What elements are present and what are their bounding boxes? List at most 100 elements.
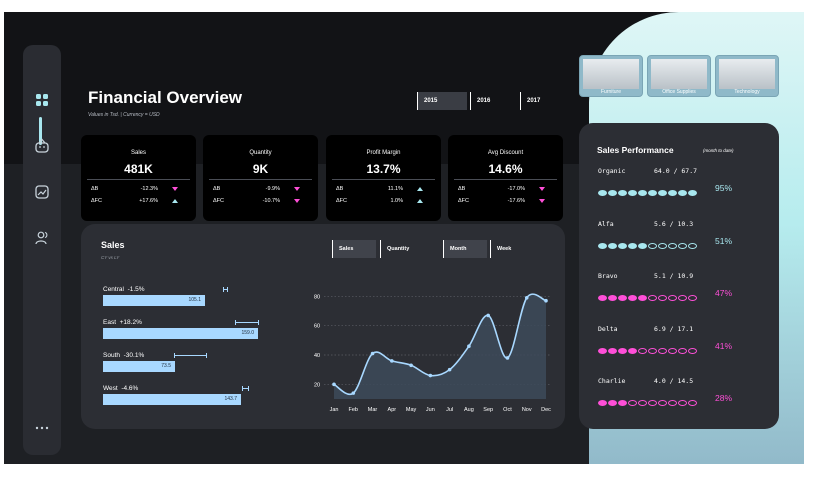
kpi-row-label: ΔFC — [213, 198, 225, 204]
down-arrow-icon — [294, 187, 300, 191]
performance-percent: 95% — [715, 183, 733, 193]
users-icon[interactable] — [33, 229, 51, 247]
x-tick-label: Sep — [483, 407, 493, 413]
category-thumb-technology[interactable]: Technology — [715, 55, 779, 97]
kpi-card-profit-margin: Profit Margin 13.7% ΔB 11.1% ΔFC 1.0% — [326, 135, 441, 221]
filled-dot-icon — [598, 295, 607, 301]
x-tick-label: Mar — [368, 407, 378, 413]
progress-dots — [598, 288, 708, 301]
x-tick-label: May — [406, 407, 417, 413]
category-thumb-furniture[interactable]: Furniture — [579, 55, 643, 97]
kpi-row: ΔFC 1.0% — [336, 198, 431, 208]
toggle-sales[interactable]: Sales — [332, 240, 376, 258]
category-thumb-office-supplies[interactable]: Office Supplies — [647, 55, 711, 97]
divider — [454, 179, 557, 180]
x-tick-label: Jul — [446, 407, 453, 413]
more-icon[interactable] — [33, 419, 51, 437]
kpi-value: 13.7% — [366, 162, 401, 176]
region-label: West -4.6% — [103, 385, 139, 392]
toggle-quantity[interactable]: Quantity — [380, 240, 424, 258]
data-point[interactable] — [390, 359, 394, 363]
data-point[interactable] — [428, 373, 433, 378]
data-point[interactable] — [544, 298, 548, 303]
kpi-value: 9K — [252, 162, 269, 176]
toggle-week[interactable]: Week — [490, 240, 534, 258]
up-arrow-icon — [417, 199, 423, 203]
y-tick-label: 40 — [314, 353, 320, 359]
down-arrow-icon — [172, 187, 178, 191]
kpi-row-label: ΔFC — [336, 198, 348, 204]
bar-value: 105.1 — [188, 297, 201, 303]
dashboard-frame: Financial Overview Values in Tsd. | Curr… — [4, 12, 804, 464]
performance-percent: 47% — [715, 288, 733, 298]
kpi-row-value: 1.0% — [390, 198, 403, 204]
kpi-row-label: ΔFC — [91, 198, 103, 204]
up-arrow-icon — [417, 187, 423, 191]
kpi-row: ΔB -9.9% — [213, 186, 308, 196]
year-2015-button[interactable]: 2015 — [417, 92, 467, 110]
region-bar: 159.0 — [103, 328, 258, 339]
filled-dot-icon — [628, 295, 637, 301]
data-point[interactable] — [409, 363, 413, 368]
empty-dot-icon — [678, 295, 687, 301]
kpi-row-label: ΔFC — [458, 198, 470, 204]
kpi-row: ΔFC -10.7% — [213, 198, 308, 208]
empty-dot-icon — [668, 242, 677, 249]
bar-value: 73.5 — [161, 363, 171, 369]
furniture-image — [583, 59, 639, 89]
filled-dot-icon — [598, 242, 607, 249]
filled-dot-icon — [678, 190, 687, 196]
inbox-icon[interactable] — [33, 137, 51, 155]
data-point[interactable] — [505, 356, 510, 360]
kpi-row-label: ΔB — [91, 186, 99, 192]
toggle-month[interactable]: Month — [443, 240, 487, 258]
grid-icon[interactable] — [33, 91, 51, 109]
down-arrow-icon — [539, 199, 545, 203]
category-caption: Furniture — [600, 89, 621, 95]
performance-percent: 51% — [715, 235, 733, 246]
empty-dot-icon — [648, 347, 657, 354]
kpi-row-label: ΔB — [458, 186, 466, 192]
filled-dot-icon — [618, 190, 627, 196]
filled-dot-icon — [638, 295, 647, 301]
kpi-value: 14.6% — [488, 162, 523, 176]
performance-ratio: 6.9 / 17.1 — [654, 324, 694, 333]
empty-dot-icon — [688, 242, 697, 249]
data-point[interactable] — [486, 313, 490, 318]
bar-value: 143.7 — [224, 396, 237, 402]
data-point[interactable] — [332, 382, 336, 387]
filled-dot-icon — [618, 242, 627, 249]
data-point[interactable] — [524, 296, 529, 300]
empty-dot-icon — [688, 400, 697, 406]
ly-marker — [235, 320, 259, 325]
kpi-row: ΔFC -17.6% — [458, 198, 553, 208]
kpi-label: Avg Discount — [487, 150, 524, 156]
chart-image-icon[interactable] — [33, 183, 51, 201]
empty-dot-icon — [658, 400, 667, 406]
performance-percent: 28% — [715, 393, 733, 403]
year-2017-button[interactable]: 2017 — [520, 92, 570, 110]
ly-marker — [242, 386, 249, 391]
data-point[interactable] — [447, 367, 452, 372]
progress-dots — [598, 341, 708, 354]
empty-dot-icon — [678, 242, 687, 249]
data-point[interactable] — [351, 391, 356, 395]
data-point[interactable] — [467, 344, 471, 348]
kpi-row-value: -17.0% — [507, 186, 525, 192]
performance-percent: 41% — [715, 340, 733, 351]
empty-dot-icon — [638, 347, 647, 354]
sales-panel: Sales CY vs LY Sales Quantity Month Week… — [81, 224, 565, 429]
empty-dot-icon — [658, 242, 667, 249]
y-tick-label: 20 — [314, 382, 320, 388]
empty-dot-icon — [688, 347, 697, 354]
ly-marker — [223, 287, 228, 292]
year-2016-button[interactable]: 2016 — [470, 92, 520, 110]
data-point[interactable] — [370, 351, 375, 356]
empty-dot-icon — [648, 295, 657, 301]
empty-dot-icon — [668, 400, 677, 406]
office-supplies-image — [651, 59, 707, 89]
monthly-sales-chart: 20 40 60 80 Jan Feb Mar Apr May Jun Jul Aug Sep Oct No… — [314, 293, 551, 413]
progress-dots — [598, 183, 708, 196]
filled-dot-icon — [608, 295, 617, 301]
kpi-card-sales: Sales 481K ΔB -12.3% ΔFC +17.6% — [81, 135, 196, 221]
